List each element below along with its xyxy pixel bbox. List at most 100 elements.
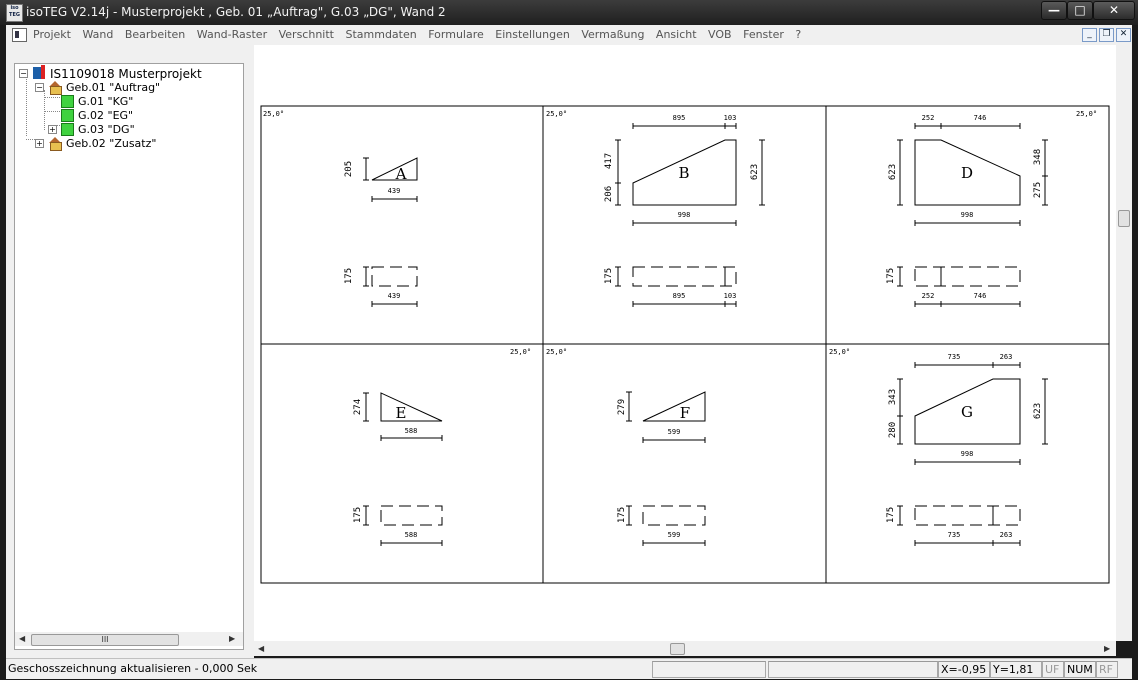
- dim-height: 279: [617, 399, 627, 415]
- mdi-restore-button[interactable]: ❐: [1099, 28, 1114, 42]
- status-bar: Geschosszeichnung aktualisieren - 0,000 …: [6, 658, 1132, 679]
- tree-item-label: G.03 "DG": [78, 123, 135, 136]
- dim-left-upper: 417: [604, 153, 614, 169]
- drawing-horizontal-scrollbar[interactable]: ◀ ▶: [254, 641, 1116, 656]
- strip-dim: 439: [388, 292, 401, 300]
- strip-dim: 103: [724, 292, 737, 300]
- app-logo-icon: iso TEG: [6, 4, 23, 22]
- angle-label: 25,0°: [510, 348, 531, 356]
- maximize-button[interactable]: □: [1067, 1, 1093, 20]
- dim-top: 735: [948, 353, 961, 361]
- tree-item-label: Geb.01 "Auftrag": [66, 81, 161, 94]
- strip-height: 175: [604, 268, 614, 284]
- status-message: Geschosszeichnung aktualisieren - 0,000 …: [8, 662, 258, 675]
- dim-width: 998: [961, 450, 974, 458]
- menu-bar: Projekt Wand Bearbeiten Wand-Raster Vers…: [6, 25, 1132, 46]
- expand-icon[interactable]: +: [48, 125, 57, 134]
- expand-icon[interactable]: +: [35, 139, 44, 148]
- scroll-right-icon[interactable]: ▶: [1104, 644, 1110, 653]
- dim-width: 439: [388, 187, 401, 195]
- dim-top: 746: [974, 114, 987, 122]
- status-panel-empty: [652, 661, 766, 678]
- menu-formulare[interactable]: Formulare: [428, 28, 484, 41]
- horizontal-scroll-thumb[interactable]: [670, 643, 685, 655]
- mdi-minimize-button[interactable]: _: [1082, 28, 1097, 42]
- document-menu-icon[interactable]: [12, 28, 27, 42]
- strip-dim: 599: [668, 531, 681, 539]
- menu-items: Projekt Wand Bearbeiten Wand-Raster Vers…: [33, 28, 809, 41]
- menu-stammdaten[interactable]: Stammdaten: [345, 28, 416, 41]
- angle-label: 25,0°: [546, 110, 567, 118]
- panel-g: 25,0° G 735 263 343 280 623 998 175 735 …: [829, 348, 1048, 546]
- strip-shape: [914, 266, 1021, 287]
- drawing-canvas[interactable]: 25,0° A 205 439 175 439 25,0° B 895 103 …: [254, 45, 1116, 641]
- collapse-icon[interactable]: −: [35, 83, 44, 92]
- menu-vob[interactable]: VOB: [708, 28, 732, 41]
- scroll-thumb[interactable]: III: [31, 634, 179, 646]
- strip-height: 175: [344, 268, 354, 284]
- tree-item-label: G.01 "KG": [78, 95, 134, 108]
- dim-height: 274: [353, 399, 363, 415]
- strip-shape: [642, 505, 706, 526]
- project-icon: [33, 65, 45, 79]
- project-tree: − IS1109018 Musterprojekt − Geb.01 "Auft…: [14, 63, 244, 650]
- panel-letter: B: [678, 164, 689, 182]
- dim-width: 998: [678, 211, 691, 219]
- panel-a: 25,0° A 205 439 175 439: [263, 110, 418, 307]
- close-button[interactable]: ✕: [1093, 1, 1135, 20]
- panel-letter: G: [961, 403, 973, 421]
- menu-help[interactable]: ?: [795, 28, 801, 41]
- dim-right-lower: 275: [1033, 182, 1043, 198]
- panel-f: 25,0° F 279 599 175 599: [546, 348, 706, 546]
- scroll-left-icon[interactable]: ◀: [19, 634, 25, 643]
- status-uf-indicator: UF: [1042, 661, 1064, 678]
- pane-splitter[interactable]: [246, 45, 254, 658]
- floor-icon: [61, 123, 74, 136]
- drawing-vertical-scrollbar[interactable]: [1116, 45, 1132, 641]
- dim-right: 623: [1033, 403, 1043, 419]
- panel-d: 25,0° D 252 746 623 348 275 998 175 252 …: [886, 110, 1097, 307]
- dim-left: 623: [888, 164, 898, 180]
- scroll-left-icon[interactable]: ◀: [258, 644, 264, 653]
- panel-letter: A: [395, 165, 407, 183]
- dim-height: 205: [344, 161, 354, 177]
- menu-einstellungen[interactable]: Einstellungen: [495, 28, 570, 41]
- dim-left-lower: 206: [604, 186, 614, 202]
- menu-wand[interactable]: Wand: [82, 28, 113, 41]
- dim-right: 623: [750, 164, 760, 180]
- menu-wand-raster[interactable]: Wand-Raster: [197, 28, 267, 41]
- menu-bearbeiten[interactable]: Bearbeiten: [125, 28, 185, 41]
- status-x-coordinate: X=-0,95: [938, 661, 990, 678]
- menu-ansicht[interactable]: Ansicht: [656, 28, 697, 41]
- panel-letter: F: [680, 404, 690, 422]
- panel-shape: [380, 392, 443, 422]
- panel-letter: E: [396, 404, 407, 422]
- scroll-right-icon[interactable]: ▶: [229, 634, 235, 643]
- dim-top: 895: [673, 114, 686, 122]
- menu-verschnitt[interactable]: Verschnitt: [279, 28, 334, 41]
- tree-horizontal-scrollbar[interactable]: ◀ III ▶: [15, 632, 243, 646]
- dim-left-upper: 343: [888, 389, 898, 405]
- strip-height: 175: [886, 507, 896, 523]
- dim-top: 103: [724, 114, 737, 122]
- strip-shape: [632, 266, 737, 287]
- vertical-scroll-thumb[interactable]: [1118, 210, 1130, 227]
- strip-shape: [380, 505, 443, 526]
- collapse-icon[interactable]: −: [19, 69, 28, 78]
- mdi-close-button[interactable]: ✕: [1116, 28, 1131, 42]
- minimize-button[interactable]: —: [1041, 1, 1067, 20]
- status-rf-indicator: RF: [1096, 661, 1118, 678]
- strip-shape: [914, 505, 1021, 526]
- menu-fenster[interactable]: Fenster: [743, 28, 784, 41]
- angle-label: 25,0°: [546, 348, 567, 356]
- menu-vermassung[interactable]: Vermaßung: [581, 28, 644, 41]
- strip-dim: 746: [974, 292, 987, 300]
- strip-shape: [371, 266, 418, 287]
- status-num-indicator: NUM: [1064, 661, 1096, 678]
- panel-b: 25,0° B 895 103 417 206 623 998 175 895 …: [546, 110, 765, 307]
- window-title: isoTEG V2.14j - Musterprojekt , Geb. 01 …: [26, 5, 446, 19]
- strip-dim: 252: [922, 292, 935, 300]
- dim-width: 588: [405, 427, 418, 435]
- menu-projekt[interactable]: Projekt: [33, 28, 71, 41]
- strip-height: 175: [886, 268, 896, 284]
